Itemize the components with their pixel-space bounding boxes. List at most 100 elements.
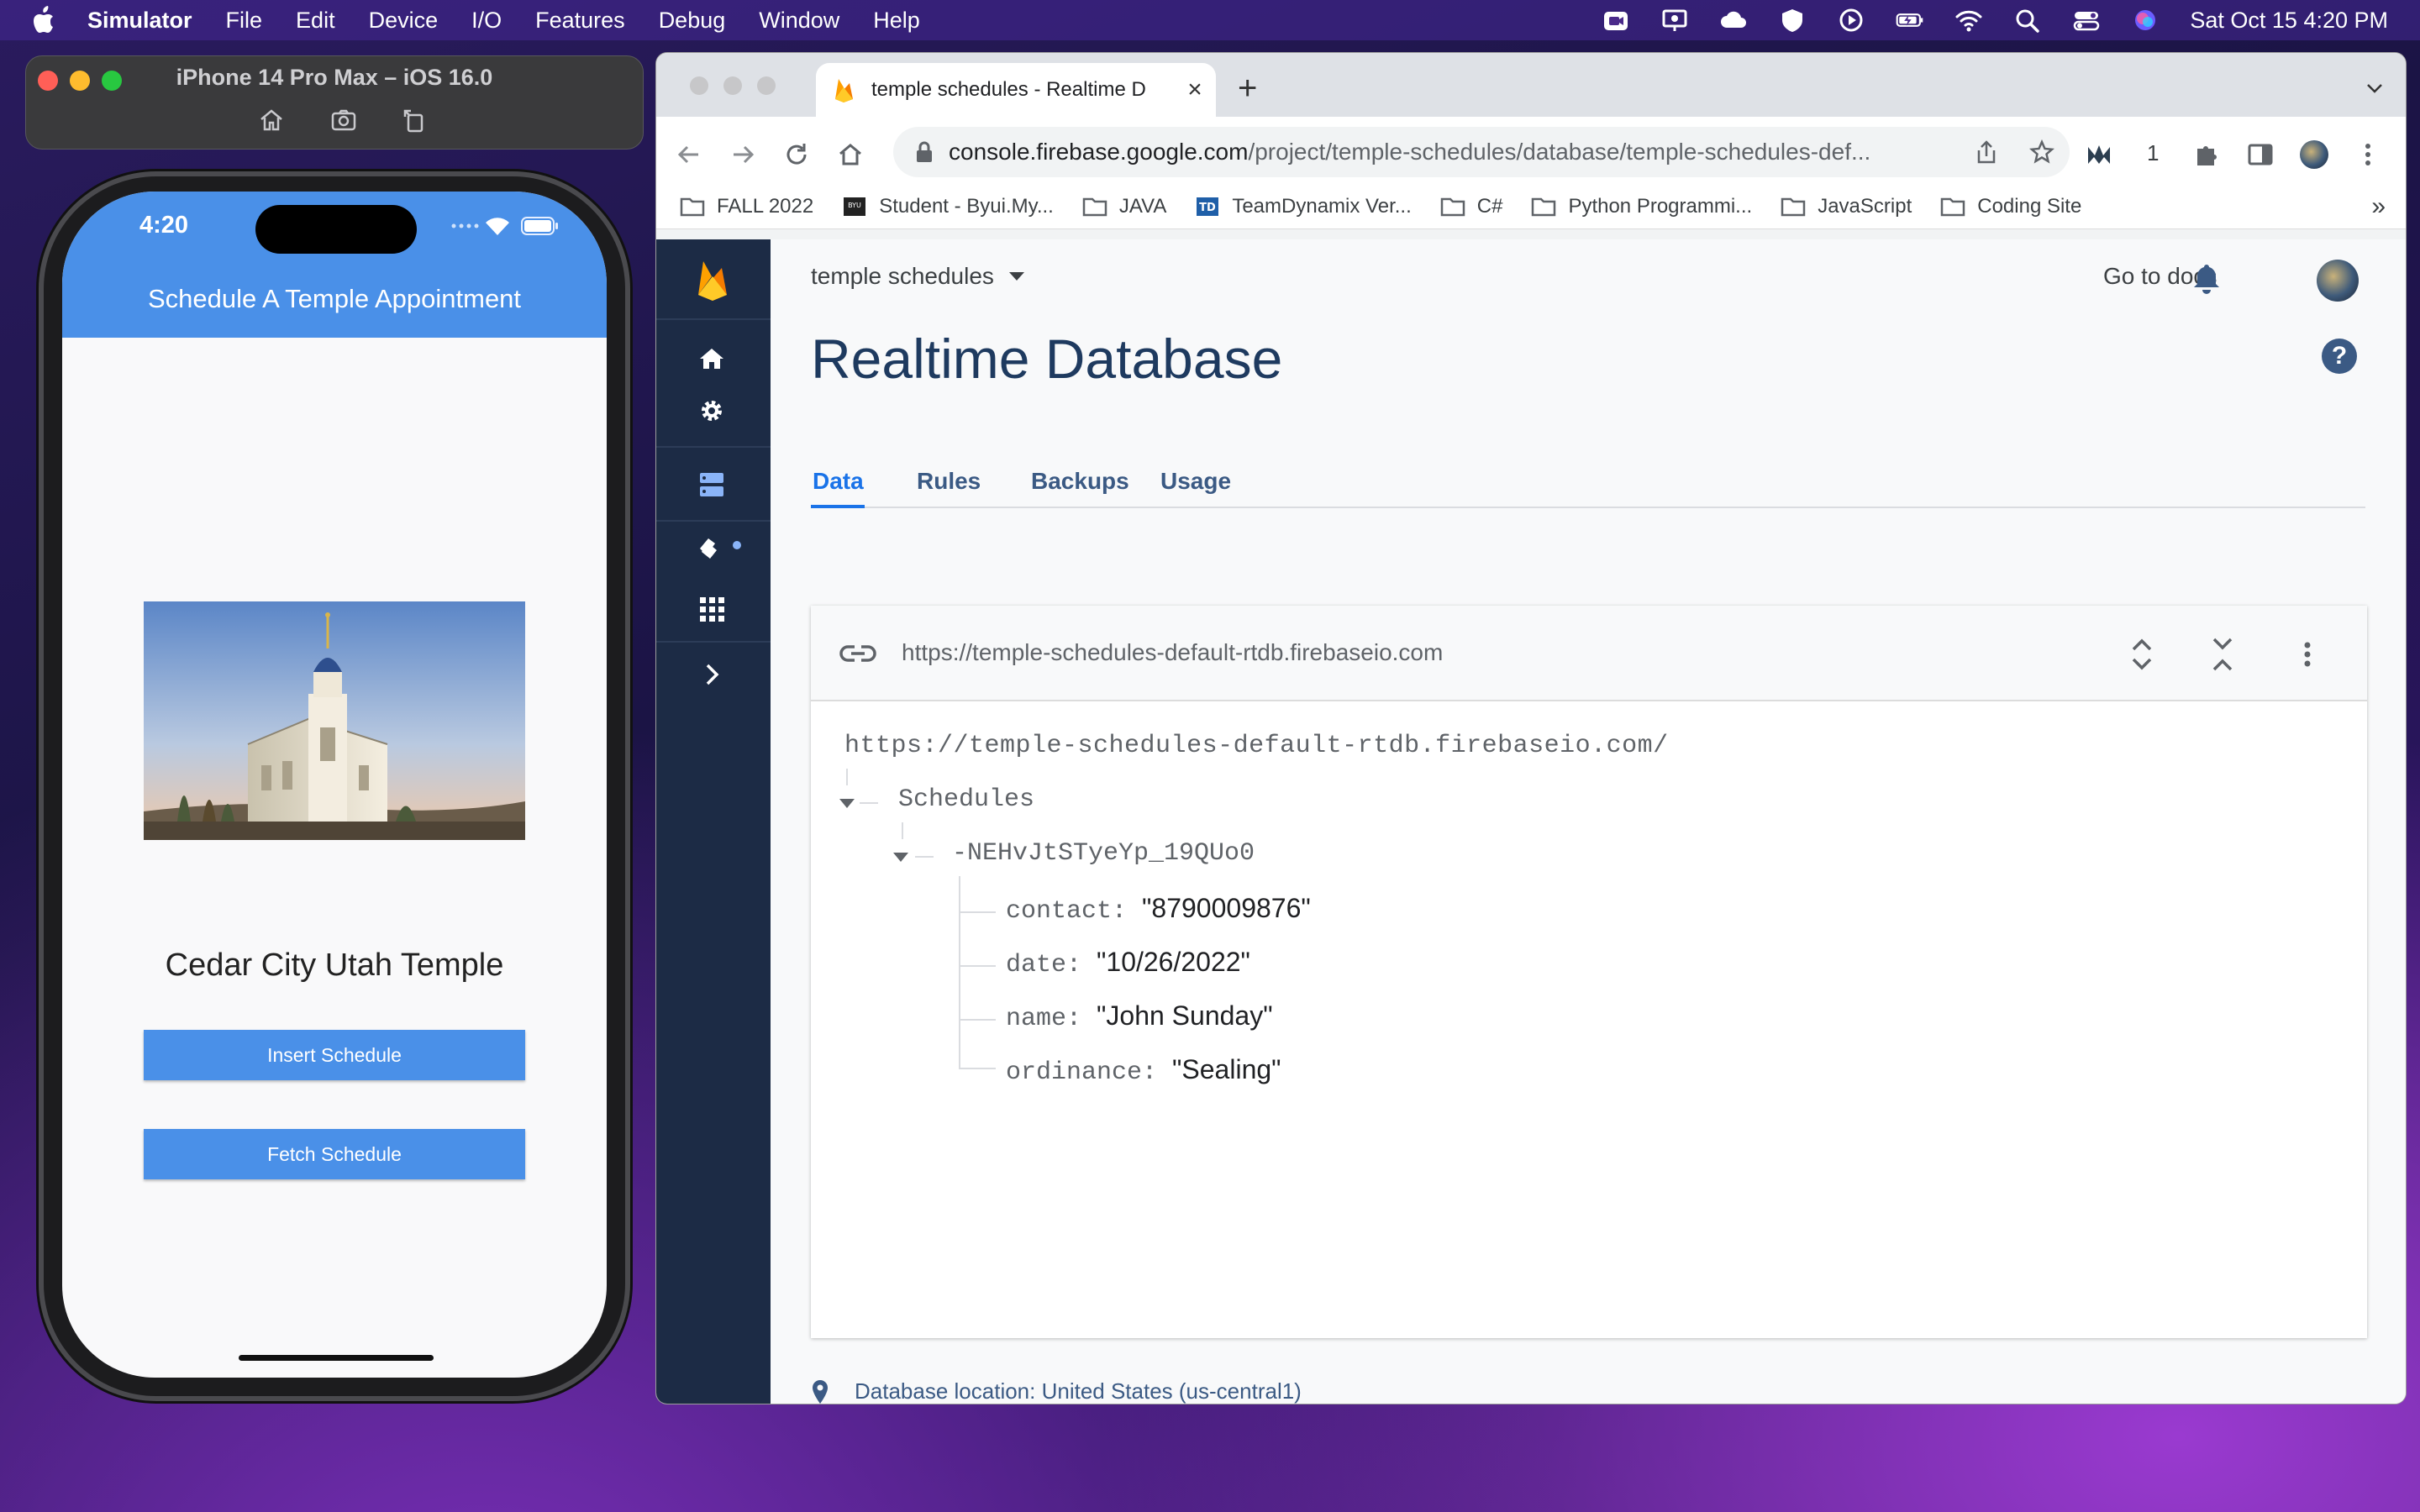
app-bar-title: Schedule A Temple Appointment — [147, 284, 522, 313]
bookmark-folder-javascript[interactable]: JavaScript — [1781, 195, 1912, 218]
bookmark-folder-java[interactable]: JAVA — [1082, 195, 1166, 218]
menu-app-name[interactable]: Simulator — [87, 8, 192, 34]
field-name[interactable]: name: "John Sunday" — [1006, 1000, 1273, 1033]
collapse-all-icon[interactable] — [2204, 634, 2241, 675]
tab-search-chevron-icon[interactable] — [2365, 81, 2384, 95]
more-options-icon[interactable] — [2298, 634, 2317, 675]
field-ordinance[interactable]: ordinance: "Sealing" — [1006, 1054, 1281, 1087]
field-value[interactable]: "Sealing" — [1172, 1054, 1281, 1084]
new-tab-icon[interactable]: + — [1238, 71, 1257, 105]
expand-sidebar-chevron-icon[interactable] — [695, 658, 729, 691]
byui-favicon-icon: BYU — [844, 197, 866, 216]
notifications-bell-icon[interactable] — [2191, 261, 2223, 295]
apple-icon[interactable] — [32, 6, 57, 34]
tab-data[interactable]: Data — [813, 468, 864, 495]
tab-rules[interactable]: Rules — [917, 468, 981, 495]
wifi-icon[interactable] — [1954, 8, 1983, 33]
menu-debug[interactable]: Debug — [659, 8, 726, 34]
expand-all-icon[interactable] — [2123, 634, 2160, 675]
play-circle-icon[interactable] — [1837, 8, 1865, 33]
field-date[interactable]: date: "10/26/2022" — [1006, 947, 1250, 979]
presentation-icon[interactable] — [1660, 8, 1689, 33]
extension-malwarebytes-icon[interactable] — [2085, 140, 2113, 169]
lock-icon[interactable] — [915, 141, 934, 163]
bookmark-folder-coding-site[interactable]: Coding Site — [1940, 195, 2081, 218]
home-indicator[interactable] — [239, 1355, 434, 1361]
minimize-window-button[interactable] — [723, 76, 742, 95]
back-icon[interactable] — [675, 140, 703, 169]
spotlight-search-icon[interactable] — [2013, 8, 2042, 33]
help-icon[interactable]: ? — [2322, 339, 2357, 374]
browser-tab[interactable]: temple schedules - Realtime D × — [816, 63, 1216, 117]
project-selector[interactable]: temple schedules — [811, 263, 1026, 290]
rotate-icon[interactable] — [401, 107, 428, 134]
menu-device[interactable]: Device — [369, 8, 439, 34]
collapse-schedules-caret-icon[interactable] — [839, 799, 855, 808]
zoom-window-button[interactable] — [757, 76, 776, 95]
bookmarks-overflow-button[interactable]: » — [2371, 192, 2386, 221]
tree-connector — [959, 876, 960, 1068]
bookmark-student-byui[interactable]: BYU Student - Byui.My... — [842, 195, 1054, 218]
close-tab-icon[interactable]: × — [1181, 76, 1209, 104]
video-icon[interactable] — [1602, 8, 1630, 33]
tab-usage[interactable]: Usage — [1160, 468, 1231, 495]
kebab-menu-icon[interactable] — [2354, 140, 2382, 169]
field-value[interactable]: "10/26/2022" — [1097, 947, 1250, 977]
menu-file[interactable]: File — [226, 8, 263, 34]
shield-icon[interactable] — [1778, 8, 1807, 33]
side-panel-icon[interactable] — [2246, 140, 2275, 169]
release-monitor-icon[interactable] — [695, 530, 745, 564]
collapse-record-caret-icon[interactable] — [893, 853, 908, 862]
location-pin-icon — [813, 1379, 828, 1404]
battery-icon[interactable] — [1896, 8, 1924, 33]
share-icon[interactable] — [1974, 139, 1999, 165]
apps-grid-icon[interactable] — [695, 592, 729, 626]
firebase-main: temple schedules Go to docs Realtime Dat… — [771, 239, 2406, 1404]
bookmark-label: Coding Site — [1977, 194, 2082, 218]
bookmark-folder-python[interactable]: Python Programmi... — [1531, 195, 1752, 218]
bookmark-folder-csharp[interactable]: C# — [1440, 195, 1502, 218]
control-center-icon[interactable] — [2072, 8, 2101, 33]
field-contact[interactable]: contact: "8790009876" — [1006, 893, 1311, 926]
home-icon[interactable] — [258, 107, 285, 134]
database-url[interactable]: https://temple-schedules-default-rtdb.fi… — [902, 639, 1443, 666]
menu-features[interactable]: Features — [535, 8, 625, 34]
bookmark-star-icon[interactable] — [2029, 139, 2054, 165]
account-avatar[interactable] — [2317, 260, 2359, 302]
forward-icon[interactable] — [729, 140, 757, 169]
menu-edit[interactable]: Edit — [296, 8, 335, 34]
menu-window[interactable]: Window — [759, 8, 839, 34]
extension-badge-count[interactable]: 1 — [2147, 140, 2159, 166]
screenshot-icon[interactable] — [330, 107, 357, 134]
menubar-datetime[interactable]: Sat Oct 15 4:20 PM — [2190, 8, 2388, 34]
tree-node-schedules[interactable]: Schedules — [898, 785, 1034, 814]
menu-io[interactable]: I/O — [471, 8, 502, 34]
tree-root-url[interactable]: https://temple-schedules-default-rtdb.fi… — [844, 732, 1669, 760]
profile-avatar[interactable] — [2300, 140, 2328, 169]
firebase-logo-icon[interactable] — [695, 258, 730, 302]
menu-help[interactable]: Help — [873, 8, 920, 34]
tab-backups[interactable]: Backups — [1031, 468, 1129, 495]
cloud-icon[interactable] — [1719, 8, 1748, 33]
address-bar[interactable]: console.firebase.google.com /project/tem… — [893, 127, 2070, 177]
gear-icon[interactable] — [695, 394, 729, 428]
home-icon[interactable] — [836, 140, 865, 169]
home-icon[interactable] — [695, 342, 729, 375]
extensions-puzzle-icon[interactable] — [2192, 140, 2221, 169]
bookmark-teamdynamix[interactable]: TD TeamDynamix Ver... — [1195, 195, 1412, 218]
bookmark-folder-fall-2022[interactable]: FALL 2022 — [680, 195, 813, 218]
firebase-sidebar — [656, 239, 771, 1404]
tree-node-record-id[interactable]: -NEHvJtSTyeYp_19QUo0 — [952, 839, 1255, 868]
close-window-button[interactable] — [690, 76, 708, 95]
reload-icon[interactable] — [782, 140, 811, 169]
database-icon[interactable] — [695, 468, 729, 501]
simulator-titlebar: iPhone 14 Pro Max – iOS 16.0 — [25, 55, 644, 150]
field-key: name — [1006, 1005, 1067, 1033]
tree-connector — [902, 822, 903, 839]
fetch-schedule-button[interactable]: Fetch Schedule — [144, 1129, 525, 1179]
field-key: ordinance — [1006, 1058, 1143, 1087]
field-value[interactable]: "John Sunday" — [1097, 1000, 1273, 1031]
siri-icon[interactable] — [2131, 8, 2160, 33]
insert-schedule-button[interactable]: Insert Schedule — [144, 1030, 525, 1080]
field-value[interactable]: "8790009876" — [1142, 893, 1311, 923]
